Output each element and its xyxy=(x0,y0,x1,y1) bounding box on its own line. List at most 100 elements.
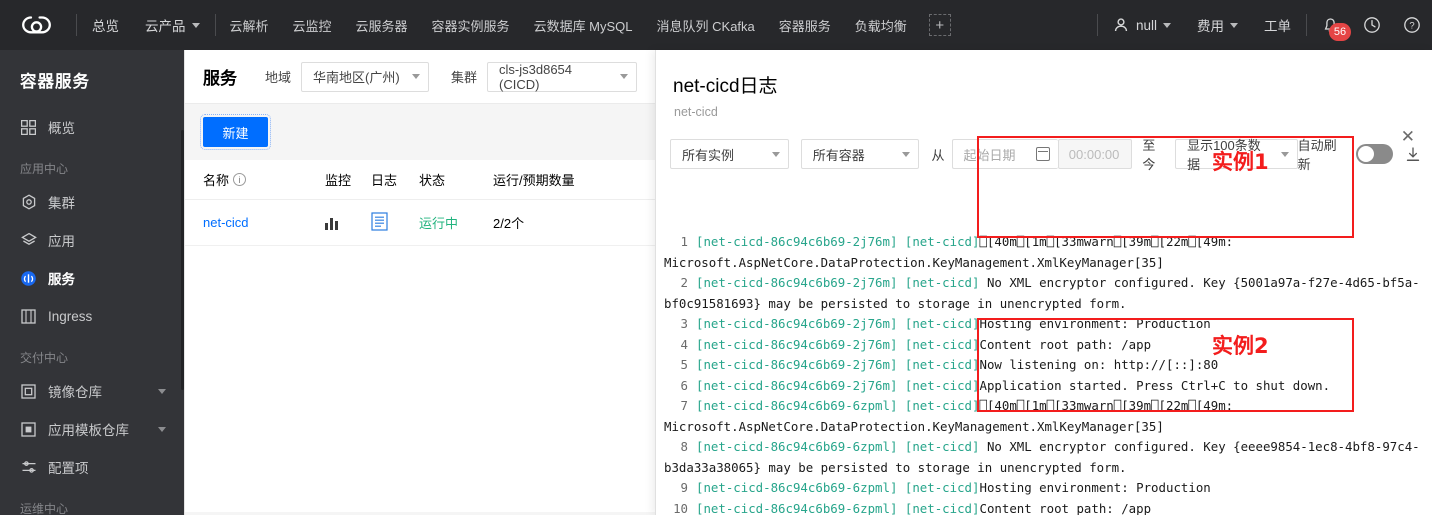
sidebar-item-ingress-label: Ingress xyxy=(48,308,93,324)
log-container-name: [net-cicd] xyxy=(904,480,980,495)
chevron-down-icon xyxy=(191,22,200,28)
log-message: No XML encryptor configured. Key {eeee98… xyxy=(979,439,1420,454)
log-line: 6 [net-cicd-86c94c6b69-2j76m] [net-cicd]A… xyxy=(656,376,1432,397)
chevron-down-icon-instance xyxy=(771,151,780,157)
sidebar: 容器服务 概览 应用中心 集群 应用 服务 Ingress 交付中心 镜像仓库 … xyxy=(0,50,184,515)
auto-refresh-toggle[interactable] xyxy=(1355,144,1393,164)
nav-item-cloud-products-label: 云产品 xyxy=(145,19,186,34)
sidebar-item-config[interactable]: 配置项 xyxy=(0,448,184,486)
nav-tab-cvm[interactable]: 云服务器 xyxy=(344,0,420,50)
monitor-cell xyxy=(325,216,371,230)
sidebar-item-application[interactable]: 应用 xyxy=(0,221,184,259)
page-title: 服务 xyxy=(203,69,237,88)
sidebar-group-delivery-center: 交付中心 xyxy=(20,351,69,365)
sidebar-item-template-repo-label: 应用模板仓库 xyxy=(48,423,129,438)
log-line: 9 [net-cicd-86c94c6b69-6zpml] [net-cicd]H… xyxy=(656,478,1432,499)
chevron-down-icon-template-repo xyxy=(158,426,166,432)
log-output[interactable]: 1 [net-cicd-86c94c6b69-2j76m] [net-cicd]⎕… xyxy=(656,228,1432,515)
log-message: Content root path: /app xyxy=(979,500,1152,515)
sidebar-item-image-repo[interactable]: 镜像仓库 xyxy=(0,372,184,410)
nav-tab-cvm-label: 云服务器 xyxy=(355,18,408,34)
chevron-down-icon-user xyxy=(1163,22,1171,28)
history-button[interactable] xyxy=(1352,16,1392,34)
log-line: 7 [net-cicd-86c94c6b69-6zpml] [net-cicd]⎕… xyxy=(656,396,1432,417)
sidebar-group-app-center: 应用中心 xyxy=(20,162,69,176)
sidebar-item-template-repo[interactable]: 应用模板仓库 xyxy=(0,410,184,448)
ticket-menu-label: 工单 xyxy=(1264,19,1291,34)
nav-tab-dns[interactable]: 云解析 xyxy=(218,0,281,50)
bar-chart-icon[interactable] xyxy=(325,216,371,230)
service-name-link[interactable]: net-cicd xyxy=(203,215,325,230)
nav-divider-2 xyxy=(214,14,216,36)
cluster-select[interactable]: cls-js3d8654 (CICD) xyxy=(487,61,638,92)
auto-refresh-label: 自动刷新 xyxy=(1297,138,1337,172)
log-line-number: 3 xyxy=(680,316,688,331)
download-icon[interactable] xyxy=(1406,146,1420,162)
document-icon[interactable] xyxy=(371,211,388,231)
container-select[interactable]: 所有容器 xyxy=(800,139,920,169)
table-row[interactable]: net-cicd 运行中 2/2个 xyxy=(185,200,662,246)
create-button[interactable]: 新建 xyxy=(200,114,271,150)
notifications-button[interactable]: 56 xyxy=(1309,17,1352,41)
nav-tab-monitor-label: 云监控 xyxy=(292,18,332,34)
sidebar-item-service[interactable]: 服务 xyxy=(0,259,184,297)
sidebar-item-ingress[interactable]: Ingress xyxy=(0,297,184,335)
column-header-name-label: 名称 xyxy=(203,173,230,188)
nav-tab-tke[interactable]: 容器服务 xyxy=(767,0,843,50)
notification-badge: 56 xyxy=(1329,22,1351,41)
clock-icon xyxy=(1364,17,1380,33)
sidebar-group-ops-center: 运维中心 xyxy=(20,502,69,515)
nav-tab-tke-label: 容器服务 xyxy=(778,18,831,34)
table-toolbar: 新建 xyxy=(185,104,662,160)
instance-select[interactable]: 所有实例 xyxy=(670,139,789,169)
grid-icon xyxy=(20,119,37,136)
count-cell: 2/2个 xyxy=(493,216,525,231)
log-line-number: 10 xyxy=(673,500,688,515)
nav-tab-eks[interactable]: 容器实例服务 xyxy=(420,0,522,50)
region-select[interactable]: 华南地区(广州) xyxy=(301,61,430,92)
log-message: Application started. Press Ctrl+C to shu… xyxy=(979,377,1331,393)
topnav-right-group: null 费用 工单 56 ? xyxy=(1095,0,1432,50)
fee-menu[interactable]: 费用 xyxy=(1184,0,1251,50)
nav-tab-clb[interactable]: 负载均衡 xyxy=(843,0,919,50)
start-time-input[interactable]: 00:00:00 xyxy=(1057,139,1133,169)
log-pod-name: [net-cicd-86c94c6b69-6zpml] xyxy=(696,480,905,495)
log-continuation-line: b3da33a38065} may be persisted to storag… xyxy=(664,459,1127,475)
nav-tab-mysql[interactable]: 云数据库 MySQL xyxy=(522,0,645,50)
status-badge: 运行中 xyxy=(419,216,459,231)
nav-tab-monitor[interactable]: 云监控 xyxy=(281,0,344,50)
log-message: No XML encryptor configured. Key {5001a9… xyxy=(979,275,1420,290)
nav-item-cloud-products[interactable]: 云产品 xyxy=(132,0,213,50)
sidebar-item-cluster[interactable]: 集群 xyxy=(0,183,184,221)
region-label: 地域 xyxy=(265,70,292,85)
ticket-menu[interactable]: 工单 xyxy=(1251,0,1304,50)
log-container-name: [net-cicd] xyxy=(904,275,980,290)
start-date-input[interactable]: 起始日期 xyxy=(952,139,1058,169)
cloud-logo-icon[interactable] xyxy=(0,13,74,37)
nav-item-overview[interactable]: 总览 xyxy=(79,0,132,50)
services-table: 名称 i 监控 日志 状态 运行/预期数量 net-cicd 运行中 2/2个 xyxy=(185,160,662,512)
add-tab-button[interactable]: + xyxy=(928,14,951,36)
sidebar-item-overview-label: 概览 xyxy=(48,121,75,136)
nav-tab-clb-label: 负载均衡 xyxy=(854,18,907,34)
close-icon[interactable]: ✕ xyxy=(1401,128,1415,145)
sidebar-title: 容器服务 xyxy=(20,73,90,91)
nav-tab-eks-label: 容器实例服务 xyxy=(431,18,510,34)
log-line: 8 [net-cicd-86c94c6b69-6zpml] [net-cicd] … xyxy=(656,437,1432,458)
sidebar-item-overview[interactable]: 概览 xyxy=(0,108,184,146)
log-drawer: net-cicd日志 net-cicd ✕ 所有实例 所有容器 从 起始日期 0… xyxy=(655,50,1432,515)
nav-tab-ckafka[interactable]: 消息队列 CKafka xyxy=(645,0,767,50)
user-menu[interactable]: null xyxy=(1100,0,1184,50)
rows-limit-select[interactable]: 显示100条数据 xyxy=(1175,138,1298,172)
log-message: Hosting environment: Production xyxy=(979,480,1211,495)
log-container-name: [net-cicd] xyxy=(904,357,980,372)
chevron-down-icon-fee xyxy=(1230,22,1238,28)
log-continuation-line: Microsoft.AspNetCore.DataProtection.KeyM… xyxy=(664,418,1164,434)
log-drawer-subtitle: net-cicd xyxy=(674,105,718,119)
help-button[interactable]: ? xyxy=(1392,16,1432,34)
ingress-icon xyxy=(20,308,37,325)
main-content-panel: 服务 地域 华南地区(广州) 集群 cls-js3d8654 (CICD) 新建… xyxy=(184,50,662,515)
config-icon xyxy=(20,459,37,476)
info-icon[interactable]: i xyxy=(233,173,247,186)
log-line: 5 [net-cicd-86c94c6b69-2j76m] [net-cicd]N… xyxy=(656,355,1432,376)
